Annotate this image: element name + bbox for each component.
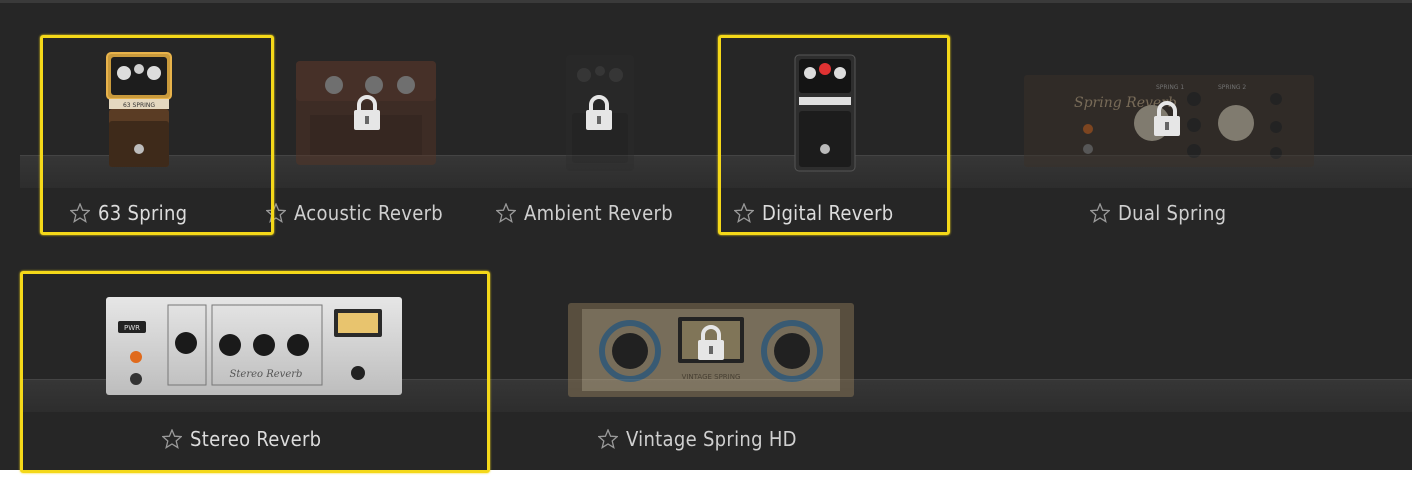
favorite-star-icon[interactable] bbox=[1090, 203, 1110, 223]
acoustic-reverb-lock-icon bbox=[352, 95, 382, 135]
vintage-spring-hd-lock-icon bbox=[696, 325, 726, 365]
favorite-star-icon[interactable] bbox=[496, 203, 516, 223]
preset-label-vintage-spring-hd[interactable]: Vintage Spring HD bbox=[598, 427, 797, 451]
preset-name: 63 Spring bbox=[98, 201, 188, 225]
preset-label-63-spring[interactable]: 63 Spring bbox=[70, 201, 187, 225]
preset-name: Digital Reverb bbox=[762, 201, 894, 225]
dual-spring-label-2: SPRING 2 bbox=[1218, 84, 1246, 91]
spring-pedal-label: 63 SPRING bbox=[123, 102, 155, 109]
vintage-script: VINTAGE SPRING bbox=[682, 373, 741, 381]
preset-name: Dual Spring bbox=[1118, 201, 1227, 225]
preset-label-stereo-reverb[interactable]: Stereo Reverb bbox=[162, 427, 321, 451]
preset-63-spring-thumbnail[interactable]: 63 SPRING bbox=[104, 51, 174, 173]
preset-label-acoustic-reverb[interactable]: Acoustic Reverb bbox=[266, 201, 443, 225]
dual-spring-lock-icon bbox=[1152, 101, 1182, 141]
reverb-browser-panel: 63 SPRING Spring Reverb SPRING 1 SPRING … bbox=[0, 0, 1412, 473]
favorite-star-icon[interactable] bbox=[734, 203, 754, 223]
preset-name: Vintage Spring HD bbox=[626, 427, 797, 451]
preset-name: Ambient Reverb bbox=[524, 201, 673, 225]
favorite-star-icon[interactable] bbox=[266, 203, 286, 223]
favorite-star-icon[interactable] bbox=[598, 429, 618, 449]
preset-stereo-reverb-thumbnail[interactable]: PWR Stereo Reverb bbox=[106, 297, 402, 395]
preset-name: Stereo Reverb bbox=[190, 427, 322, 451]
favorite-star-icon[interactable] bbox=[70, 203, 90, 223]
preset-label-dual-spring[interactable]: Dual Spring bbox=[1090, 201, 1226, 225]
preset-label-ambient-reverb[interactable]: Ambient Reverb bbox=[496, 201, 673, 225]
preset-name: Acoustic Reverb bbox=[294, 201, 444, 225]
favorite-star-icon[interactable] bbox=[162, 429, 182, 449]
ambient-reverb-lock-icon bbox=[584, 95, 614, 135]
preset-digital-reverb-thumbnail[interactable] bbox=[792, 53, 858, 173]
stereo-power-label: PWR bbox=[124, 324, 140, 332]
preset-label-digital-reverb[interactable]: Digital Reverb bbox=[734, 201, 894, 225]
dual-spring-label-1: SPRING 1 bbox=[1156, 84, 1184, 91]
stereo-script: Stereo Reverb bbox=[230, 369, 303, 380]
